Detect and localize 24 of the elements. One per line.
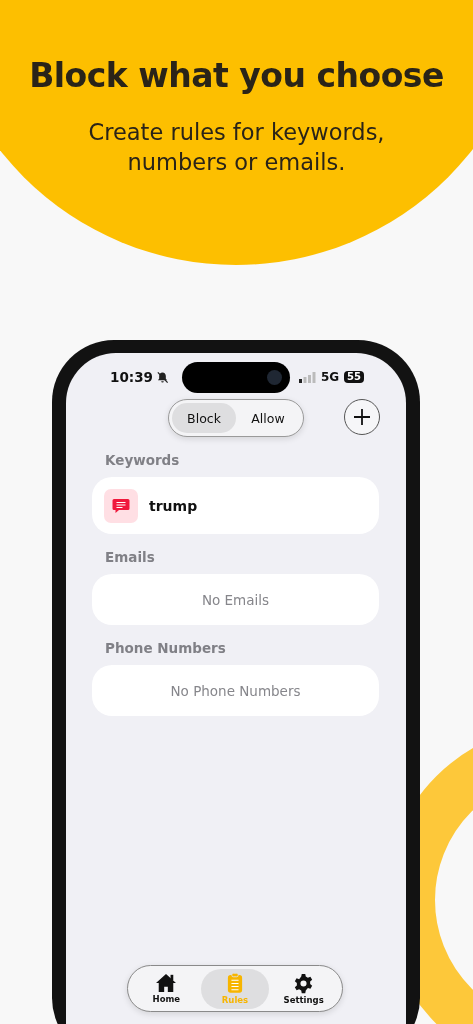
subtitle: Create rules for keywords, numbers or emails. — [87, 118, 386, 177]
battery-level: 55 — [344, 371, 364, 383]
settings-icon — [293, 972, 315, 994]
rule-item[interactable]: trump — [92, 477, 379, 534]
home-icon — [155, 973, 178, 993]
empty-message: No Phone Numbers — [170, 682, 301, 699]
tab-item[interactable]: Home — [132, 968, 201, 1009]
keyword-text: trump — [149, 497, 198, 514]
signal-icon — [298, 371, 316, 383]
plus-icon — [353, 408, 371, 426]
muted-bell-icon — [156, 370, 169, 384]
tab-item[interactable]: Settings — [269, 968, 338, 1009]
network-label: 5G — [320, 370, 340, 384]
message-icon — [104, 488, 138, 523]
segment-tab[interactable]: Block — [172, 403, 236, 433]
section-title: Phone Numbers — [105, 640, 227, 657]
empty-message: No Emails — [201, 591, 270, 608]
status-time: 10:39 — [110, 369, 153, 385]
clipboard-icon — [227, 972, 243, 994]
section-title: Keywords — [105, 452, 181, 469]
add-button[interactable] — [344, 399, 380, 435]
headline: Block what you choose — [28, 56, 445, 95]
section-title: Emails — [105, 549, 156, 566]
segment-tab[interactable]: Allow — [236, 403, 300, 433]
